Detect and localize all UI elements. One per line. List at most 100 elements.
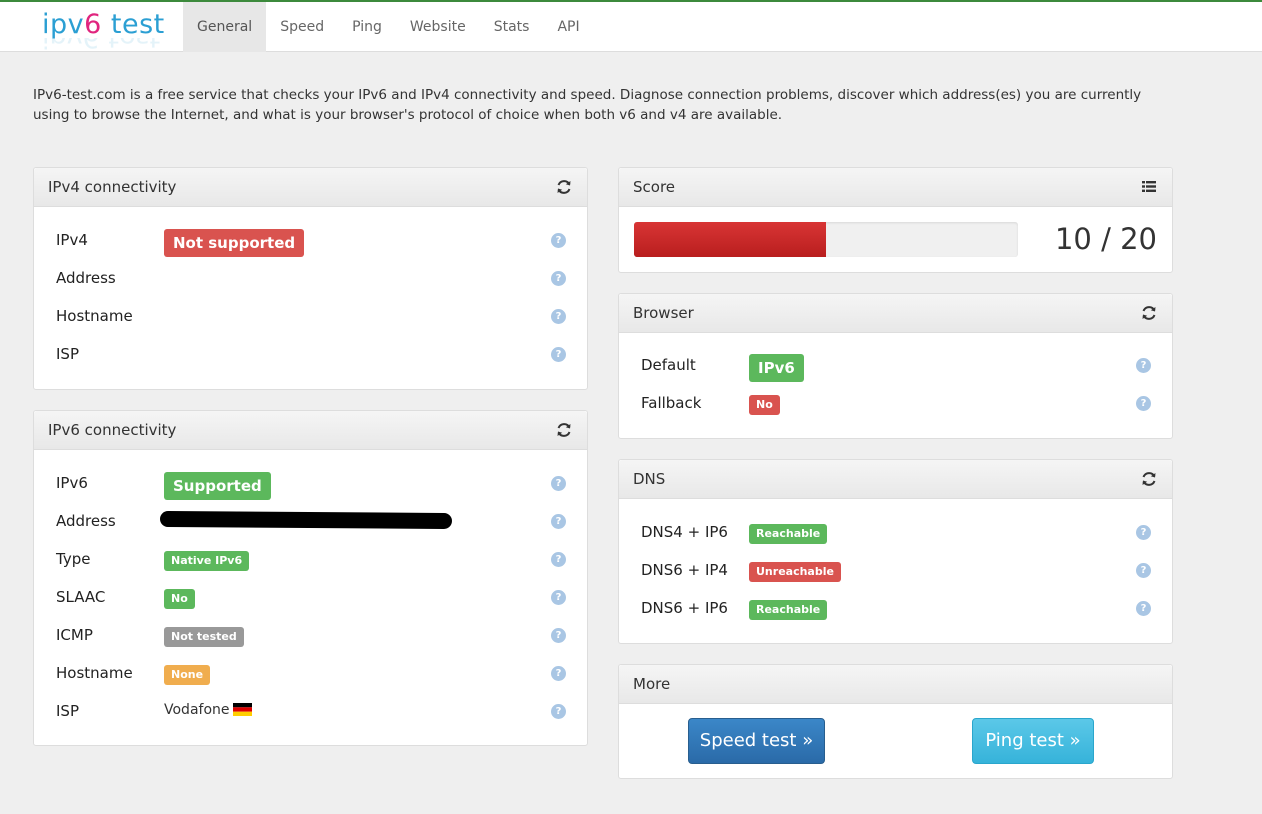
help-icon[interactable]: ? bbox=[551, 233, 566, 248]
score-panel-header: Score bbox=[619, 168, 1172, 207]
row-label: DNS6 + IP6 bbox=[641, 599, 728, 617]
row-label: SLAAC bbox=[56, 588, 106, 606]
ipv4-panel-title: IPv4 connectivity bbox=[48, 178, 177, 196]
nav-general[interactable]: General bbox=[183, 2, 267, 52]
ipv6-row-type: Type Native IPv6 ? bbox=[56, 546, 566, 574]
intro-text: IPv6-test.com is a free service that che… bbox=[33, 87, 1142, 123]
help-icon[interactable]: ? bbox=[551, 309, 566, 324]
nav-stats[interactable]: Stats bbox=[480, 2, 544, 52]
row-label: ICMP bbox=[56, 626, 93, 644]
row-label: IPv6 bbox=[56, 474, 88, 492]
dns-row-dns4-ip6: DNS4 + IP6 Reachable ? bbox=[641, 519, 1151, 547]
row-label: Address bbox=[56, 269, 116, 287]
dns-panel: DNS DNS4 + IP6 Reachable ? DNS6 + IP4 Un… bbox=[618, 459, 1173, 644]
ipv4-row-isp: ISP ? bbox=[56, 341, 566, 369]
help-icon[interactable]: ? bbox=[1136, 396, 1151, 411]
row-label: ISP bbox=[56, 702, 79, 720]
help-icon[interactable]: ? bbox=[551, 347, 566, 362]
browser-panel-header: Browser bbox=[619, 294, 1172, 333]
ipv6-row-isp: ISP Vodafone ? bbox=[56, 698, 566, 726]
browser-row-default: Default IPv6 ? bbox=[641, 352, 1151, 382]
ipv6-row-hostname: Hostname None ? bbox=[56, 660, 566, 688]
score-panel-title: Score bbox=[633, 178, 676, 196]
row-label: DNS4 + IP6 bbox=[641, 523, 728, 541]
row-label: Address bbox=[56, 512, 116, 530]
row-label: Hostname bbox=[56, 664, 133, 682]
default-badge: IPv6 bbox=[749, 354, 804, 382]
nav-website[interactable]: Website bbox=[396, 2, 480, 52]
dns-panel-header: DNS bbox=[619, 460, 1172, 499]
logo-reflection: ipv6 test bbox=[42, 38, 160, 52]
nav-speed[interactable]: Speed bbox=[266, 2, 338, 52]
fallback-badge: No bbox=[749, 395, 780, 415]
score-value: 10 / 20 bbox=[1054, 222, 1157, 256]
row-label: IPv4 bbox=[56, 231, 88, 249]
list-icon[interactable] bbox=[1140, 178, 1158, 196]
ipv6-panel-header: IPv6 connectivity bbox=[34, 411, 587, 450]
ipv6-panel: IPv6 connectivity IPv6 Supported ? Addre… bbox=[33, 410, 588, 746]
redacted-address bbox=[159, 510, 453, 530]
ipv4-row-address: Address ? bbox=[56, 265, 566, 293]
ipv4-panel: IPv4 connectivity IPv4 Not supported ? A… bbox=[33, 167, 588, 390]
dns-status-badge: Reachable bbox=[749, 524, 828, 544]
top-navbar: ipv6 test ipv6 test General Speed Ping W… bbox=[0, 0, 1262, 52]
help-icon[interactable]: ? bbox=[551, 476, 566, 491]
more-panel-header: More bbox=[619, 665, 1172, 704]
more-panel-title: More bbox=[633, 675, 671, 693]
dns-status-badge: Reachable bbox=[749, 600, 828, 620]
dns-row-dns6-ip6: DNS6 + IP6 Reachable ? bbox=[641, 595, 1151, 623]
row-label: ISP bbox=[56, 345, 79, 363]
refresh-icon[interactable] bbox=[555, 421, 573, 439]
icmp-badge: Not tested bbox=[164, 627, 244, 647]
ipv6-row-icmp: ICMP Not tested ? bbox=[56, 622, 566, 650]
logo-text-ipv: ipv bbox=[42, 9, 85, 40]
row-label: Default bbox=[641, 356, 696, 374]
browser-row-fallback: Fallback No ? bbox=[641, 390, 1151, 418]
help-icon[interactable]: ? bbox=[551, 628, 566, 643]
ping-test-button[interactable]: Ping test » bbox=[972, 718, 1094, 764]
status-badge: Not supported bbox=[164, 229, 305, 257]
score-panel: Score 10 / 20 bbox=[618, 167, 1173, 273]
ipv4-panel-header: IPv4 connectivity bbox=[34, 168, 587, 207]
dns-row-dns6-ip4: DNS6 + IP4 Unreachable ? bbox=[641, 557, 1151, 585]
ipv4-row-status: IPv4 Not supported ? bbox=[56, 227, 566, 257]
row-label: DNS6 + IP4 bbox=[641, 561, 728, 579]
help-icon[interactable]: ? bbox=[1136, 601, 1151, 616]
help-icon[interactable]: ? bbox=[1136, 358, 1151, 373]
ipv6-panel-title: IPv6 connectivity bbox=[48, 421, 177, 439]
main-nav: General Speed Ping Website Stats API bbox=[183, 2, 594, 52]
help-icon[interactable]: ? bbox=[1136, 563, 1151, 578]
help-icon[interactable]: ? bbox=[1136, 525, 1151, 540]
speed-test-button[interactable]: Speed test » bbox=[688, 718, 825, 764]
nav-api[interactable]: API bbox=[543, 2, 593, 52]
ipv6-row-slaac: SLAAC No ? bbox=[56, 584, 566, 612]
row-label: Type bbox=[56, 550, 91, 568]
help-icon[interactable]: ? bbox=[551, 271, 566, 286]
isp-name: Vodafone bbox=[164, 702, 230, 718]
score-progress-fill bbox=[634, 222, 826, 257]
dns-status-badge: Unreachable bbox=[749, 562, 841, 582]
type-badge: Native IPv6 bbox=[164, 551, 250, 571]
help-icon[interactable]: ? bbox=[551, 704, 566, 719]
nav-ping[interactable]: Ping bbox=[338, 2, 396, 52]
more-panel: More Speed test » Ping test » bbox=[618, 664, 1173, 779]
row-label: Hostname bbox=[56, 307, 133, 325]
browser-panel-title: Browser bbox=[633, 304, 694, 322]
help-icon[interactable]: ? bbox=[551, 514, 566, 529]
browser-panel: Browser Default IPv6 ? Fallback No ? bbox=[618, 293, 1173, 439]
refresh-icon[interactable] bbox=[1140, 470, 1158, 488]
logo-text-test: test bbox=[101, 9, 165, 40]
logo-text-6: 6 bbox=[84, 9, 102, 40]
site-logo[interactable]: ipv6 test bbox=[42, 10, 165, 40]
refresh-icon[interactable] bbox=[555, 178, 573, 196]
dns-panel-title: DNS bbox=[633, 470, 666, 488]
ipv6-row-status: IPv6 Supported ? bbox=[56, 470, 566, 500]
help-icon[interactable]: ? bbox=[551, 590, 566, 605]
score-progress-bar bbox=[634, 222, 1018, 257]
help-icon[interactable]: ? bbox=[551, 552, 566, 567]
status-badge: Supported bbox=[164, 472, 271, 500]
help-icon[interactable]: ? bbox=[551, 666, 566, 681]
germany-flag-icon bbox=[232, 703, 252, 716]
refresh-icon[interactable] bbox=[1140, 304, 1158, 322]
ipv4-row-hostname: Hostname ? bbox=[56, 303, 566, 331]
